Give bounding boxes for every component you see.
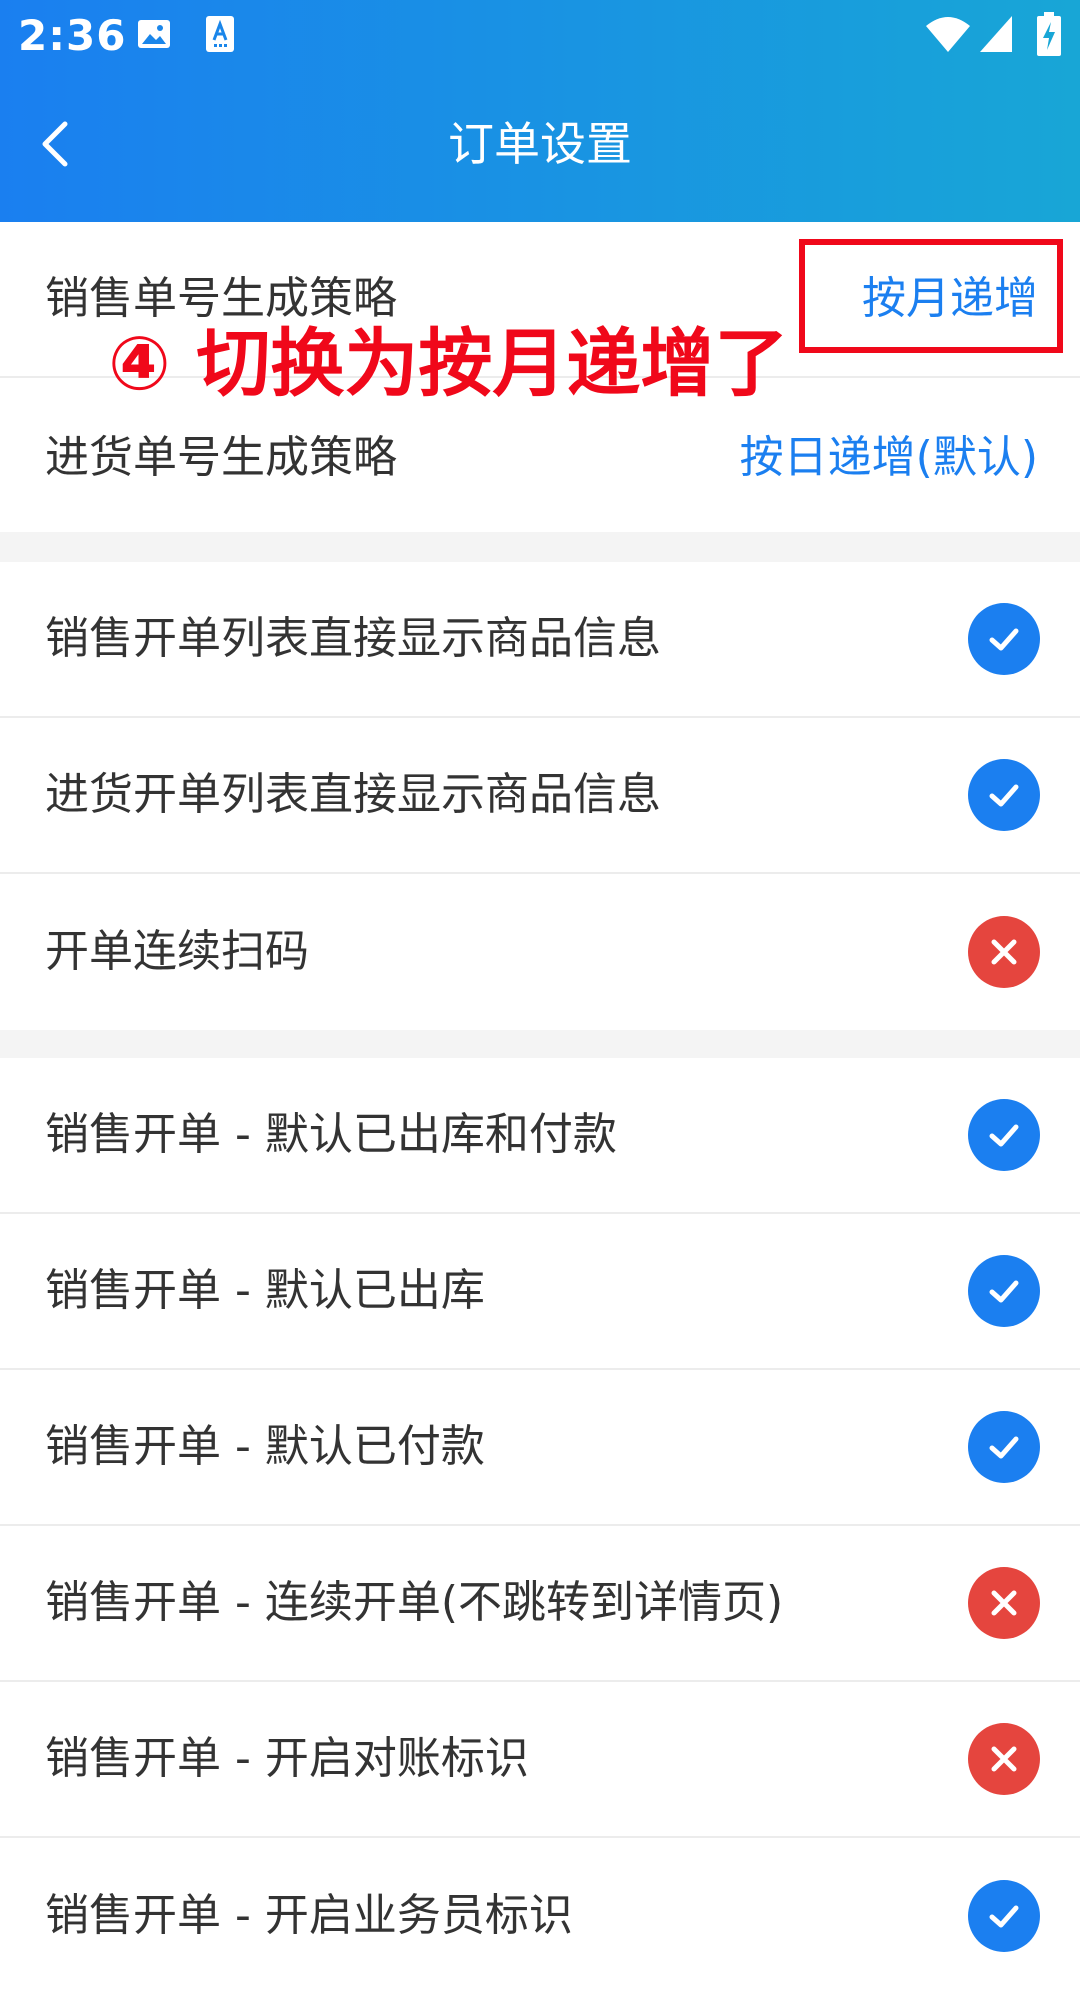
setting-row-salesperson-flag[interactable]: 销售开单 - 开启业务员标识 (0, 1838, 1080, 1994)
row-label: 销售开单 - 开启业务员标识 (45, 1890, 573, 1941)
wifi-icon (924, 14, 972, 58)
checkmark-icon[interactable] (968, 759, 1040, 831)
page-title: 订单设置 (448, 117, 632, 171)
status-bar: 2:36 (0, 0, 1080, 72)
cross-icon[interactable] (968, 1723, 1040, 1795)
row-label: 开单连续扫码 (45, 926, 309, 977)
signal-icon (978, 14, 1014, 58)
row-label: 进货开单列表直接显示商品信息 (45, 769, 661, 820)
row-label: 销售单号生成策略 (45, 273, 397, 324)
setting-row-purchase-list-product-info[interactable]: 进货开单列表直接显示商品信息 (0, 718, 1080, 874)
checkmark-icon[interactable] (968, 1411, 1040, 1483)
cross-icon[interactable] (968, 916, 1040, 988)
annotation-text: ④ 切换为按月递增了 (108, 321, 789, 407)
row-label: 销售开单列表直接显示商品信息 (45, 613, 661, 664)
section-divider (0, 532, 1080, 562)
setting-row-continuous-scan[interactable]: 开单连续扫码 (0, 874, 1080, 1030)
section-divider (0, 1030, 1080, 1058)
font-icon (204, 14, 236, 58)
checkmark-icon[interactable] (968, 1880, 1040, 1952)
row-label: 进货单号生成策略 (45, 432, 397, 483)
checkmark-icon[interactable] (968, 603, 1040, 675)
strategy-value[interactable]: 按日递增(默认) (740, 430, 1038, 486)
status-time: 2:36 (18, 11, 127, 60)
image-icon (136, 16, 172, 56)
setting-row-default-shipped[interactable]: 销售开单 - 默认已出库 (0, 1214, 1080, 1370)
row-label: 销售开单 - 默认已付款 (45, 1421, 485, 1472)
setting-row-continuous-order[interactable]: 销售开单 - 连续开单(不跳转到详情页) (0, 1526, 1080, 1682)
highlight-box (799, 239, 1063, 353)
checkmark-icon[interactable] (968, 1099, 1040, 1171)
cross-icon[interactable] (968, 1567, 1040, 1639)
row-label: 销售开单 - 默认已出库 (45, 1265, 485, 1316)
row-label: 销售开单 - 默认已出库和付款 (45, 1109, 617, 1160)
app-header: 2:36 订单设置 (0, 0, 1080, 222)
setting-row-sales-list-product-info[interactable]: 销售开单列表直接显示商品信息 (0, 562, 1080, 718)
battery-charging-icon (1036, 12, 1062, 60)
setting-row-reconciliation-flag[interactable]: 销售开单 - 开启对账标识 (0, 1682, 1080, 1838)
checkmark-icon[interactable] (968, 1255, 1040, 1327)
row-label: 销售开单 - 连续开单(不跳转到详情页) (45, 1577, 784, 1628)
setting-row-default-shipped-paid[interactable]: 销售开单 - 默认已出库和付款 (0, 1058, 1080, 1214)
setting-row-default-paid[interactable]: 销售开单 - 默认已付款 (0, 1370, 1080, 1526)
row-label: 销售开单 - 开启对账标识 (45, 1733, 529, 1784)
